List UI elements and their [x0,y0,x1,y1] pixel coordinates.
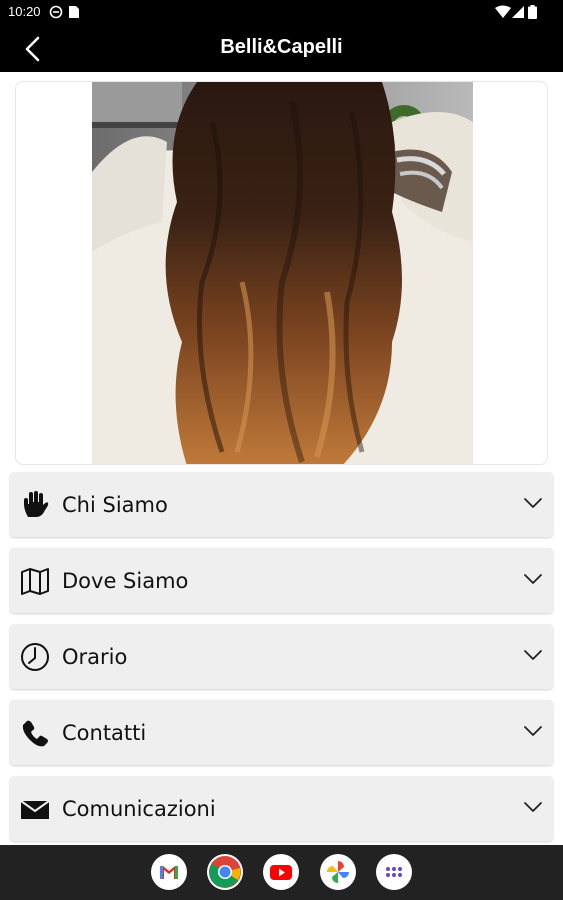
battery-icon [528,5,537,19]
section-chi-siamo[interactable]: Chi Siamo [10,472,553,537]
section-label: Orario [62,645,128,669]
sim-card-icon [69,6,79,18]
section-contatti[interactable]: Contatti [10,700,553,765]
photos-icon[interactable] [320,854,356,890]
envelope-icon [20,800,50,819]
youtube-icon[interactable] [263,854,299,890]
chevron-down-icon [524,650,542,660]
section-label: Dove Siamo [62,569,189,593]
app-bar: Belli&Capelli [0,24,563,72]
navigation-bar [0,845,563,900]
section-label: Chi Siamo [62,493,168,517]
status-bar: 10:20 [0,0,563,24]
chevron-down-icon [524,726,542,736]
section-label: Comunicazioni [62,797,216,821]
chevron-down-icon [524,574,542,584]
section-label: Contatti [62,721,147,745]
cell-signal-icon [512,6,524,18]
app-title: Belli&Capelli [220,36,343,58]
status-time: 10:20 [8,4,41,19]
map-icon [21,568,49,595]
clock-icon [21,643,49,671]
do-not-disturb-icon [49,5,63,19]
chevron-down-icon [524,802,542,812]
section-comunicazioni[interactable]: Comunicazioni [10,776,553,841]
salon-photo-card [15,81,548,465]
section-orario[interactable]: Orario [10,624,553,689]
wifi-icon [495,5,511,18]
gmail-icon[interactable] [151,854,187,890]
section-dove-siamo[interactable]: Dove Siamo [10,548,553,613]
app-drawer-icon[interactable] [376,854,412,890]
hand-icon [24,491,49,517]
phone-icon [22,720,48,747]
chevron-down-icon [524,498,542,508]
hair-photo [92,82,473,464]
chrome-icon[interactable] [207,854,243,890]
